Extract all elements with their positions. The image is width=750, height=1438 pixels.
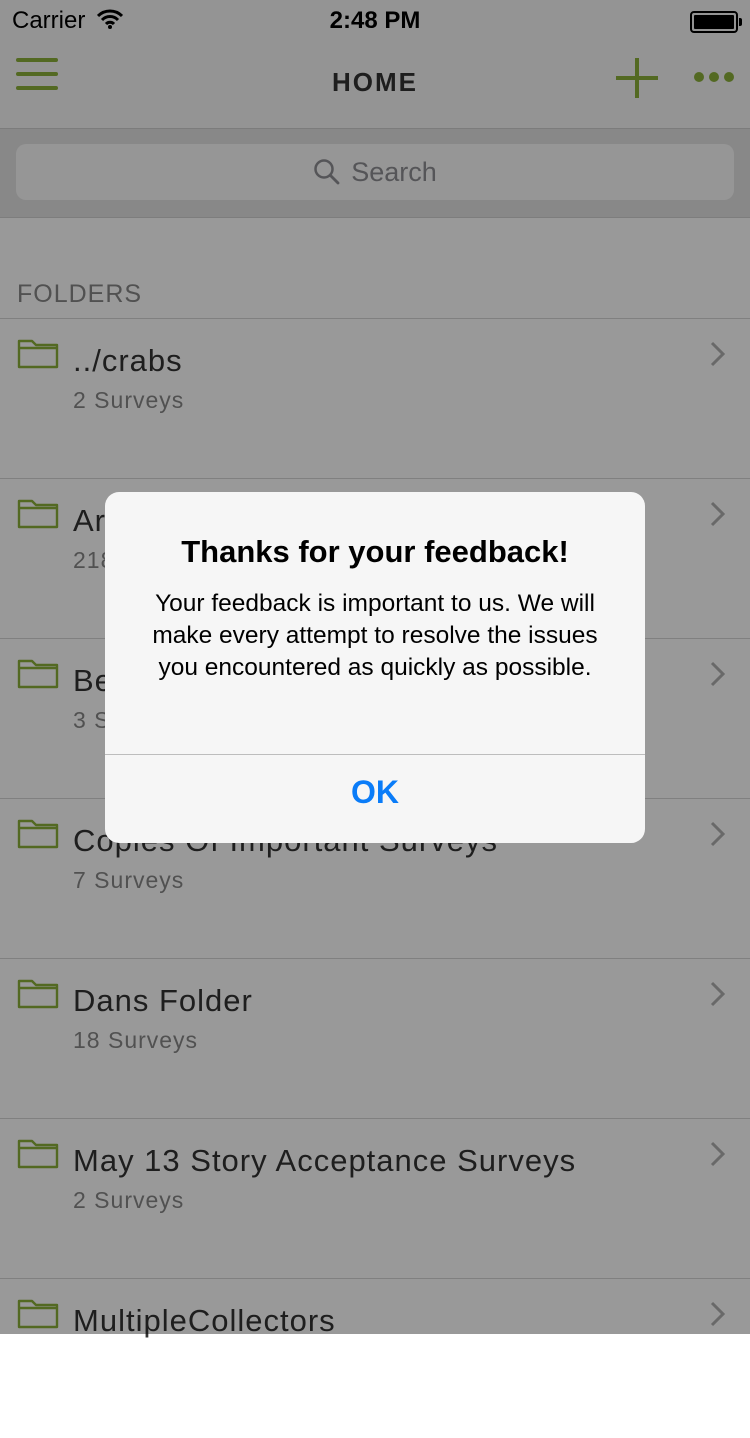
alert-message: Your feedback is important to us. We wil… [152, 590, 598, 681]
alert-title: Thanks for your feedback! [181, 534, 569, 569]
feedback-alert-dialog: Thanks for your feedback! Your feedback … [105, 492, 645, 843]
ok-button[interactable]: OK [105, 755, 645, 843]
